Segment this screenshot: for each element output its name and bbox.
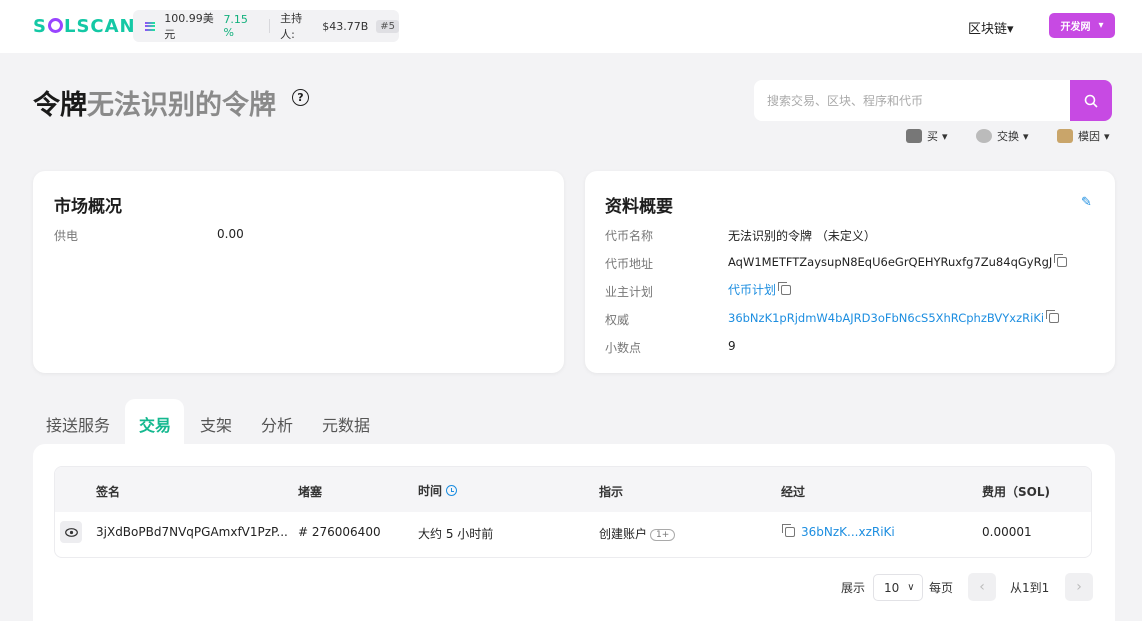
show-label: 展示 <box>841 581 866 595</box>
buy-icon <box>906 129 922 143</box>
decimals-value: 9 <box>728 339 736 353</box>
by-cell: 36bNzK...xzRiKi <box>781 524 895 539</box>
column-time-label: 时间 <box>418 484 443 498</box>
column-fee: 费用（SOL) <box>982 485 1050 499</box>
logo-ring-icon <box>47 18 63 33</box>
eye-icon <box>64 527 78 537</box>
caret-down-icon: ▾ <box>942 129 948 143</box>
copy-icon[interactable] <box>1046 310 1060 323</box>
divider <box>269 19 271 33</box>
meme-icon <box>1057 129 1073 143</box>
authority-link[interactable]: 36bNzK1pRjdmW4bAJRD3oFbN6cS5XhRCphzBVYxz… <box>728 311 1044 325</box>
clock-icon[interactable] <box>446 485 458 496</box>
sol-price: 100.99美元 <box>164 12 214 41</box>
buy-label: 买 <box>927 130 938 143</box>
tab-transfers[interactable]: 接送服务 <box>46 412 110 436</box>
time-value: 大约 5 小时前 <box>418 527 494 541</box>
swap-menu[interactable]: 交换 ▾ <box>976 128 1029 144</box>
page-title: 令牌无法识别的令牌 <box>33 83 276 122</box>
caret-down-icon: ▾ <box>1098 20 1104 31</box>
search-button[interactable] <box>1070 80 1112 121</box>
token-address-label: 代币地址 <box>605 257 654 271</box>
meme-label: 模因 <box>1078 130 1100 143</box>
caret-down-icon: ▾ <box>1104 129 1110 143</box>
logo-text: S <box>33 16 47 37</box>
owner-program-link[interactable]: 代币计划 <box>728 283 776 297</box>
next-page-button[interactable]: › <box>1065 573 1093 601</box>
swap-label: 交换 <box>997 130 1019 143</box>
page-title-prefix: 令牌 <box>33 90 87 121</box>
solana-icon <box>145 21 156 31</box>
chevron-right-icon: › <box>1076 579 1082 595</box>
owner-program-row: 代币计划 <box>728 281 792 298</box>
token-address-row: AqW1METFTZaysupN8EqU6eGrQEHYRuxfg7Zu84qG… <box>728 254 1068 269</box>
page-title-token-name: 无法识别的令牌 <box>87 90 276 121</box>
caret-down-icon: ▾ <box>1023 129 1029 143</box>
block-link[interactable]: # 276006400 <box>298 525 381 539</box>
authority-row: 36bNzK1pRjdmW4bAJRD3oFbN6cS5XhRCphzBVYxz… <box>728 310 1060 325</box>
copy-icon[interactable] <box>1054 254 1068 267</box>
search-input[interactable] <box>754 80 1070 121</box>
page-range: 从1到1 <box>1010 581 1050 595</box>
authority-label: 权威 <box>605 313 630 327</box>
blockchain-menu[interactable]: 区块链▾ <box>968 18 1014 37</box>
question-icon[interactable]: ? <box>292 89 309 106</box>
swap-icon <box>976 129 992 143</box>
devnet-button-label: 开发网 <box>1060 22 1091 33</box>
profile-summary-title: 资料概要 <box>605 197 673 217</box>
copy-icon[interactable] <box>782 524 795 537</box>
chevron-down-icon: ∨ <box>907 582 915 593</box>
top-bar: S LSCAN 100.99美元 7.15 % 主持人: $43.77B #5 区… <box>0 0 1142 53</box>
rank-badge: #5 <box>376 19 399 33</box>
column-instructions: 指示 <box>599 485 624 499</box>
tab-analytics[interactable]: 分析 <box>261 412 293 436</box>
by-link[interactable]: 36bNzK...xzRiKi <box>801 525 895 539</box>
buy-menu[interactable]: 买 ▾ <box>906 128 948 144</box>
supply-value: 0.00 <box>217 227 244 241</box>
column-time[interactable]: 时间 <box>418 482 458 499</box>
meme-menu[interactable]: 模因 ▾ <box>1057 128 1110 144</box>
column-block: 堵塞 <box>298 485 323 499</box>
caret-down-icon: ▾ <box>1007 22 1014 37</box>
column-signature: 签名 <box>96 485 121 499</box>
fee-value: 0.00001 <box>982 525 1032 539</box>
market-cap-value: $43.77B <box>322 19 369 33</box>
copy-icon[interactable] <box>778 282 792 295</box>
tab-transactions[interactable]: 交易 <box>139 412 171 436</box>
view-details-button[interactable] <box>60 521 82 543</box>
token-name-value: 无法识别的令牌 （未定义） <box>728 229 876 243</box>
instruction-count-badge[interactable]: 1+ <box>650 529 676 541</box>
instruction-value: 创建账户 <box>599 527 648 541</box>
pencil-icon[interactable]: ✎ <box>1081 195 1092 210</box>
signature-link[interactable]: 3jXdBoPBd7NVqPGAmxfV1PzP... <box>96 525 288 539</box>
owner-program-label: 业主计划 <box>605 285 654 299</box>
tab-holders[interactable]: 支架 <box>200 412 232 436</box>
supply-label: 供电 <box>54 229 79 243</box>
devnet-button[interactable]: 开发网 ▾ <box>1049 13 1115 38</box>
page-size-value: 10 <box>884 580 900 595</box>
table-header <box>55 467 1091 512</box>
tab-metadata[interactable]: 元数据 <box>322 412 370 436</box>
page-size-select[interactable]: 10 ∨ <box>873 574 923 601</box>
column-by: 经过 <box>781 485 806 499</box>
token-address-value[interactable]: AqW1METFTZaysupN8EqU6eGrQEHYRuxfg7Zu84qG… <box>728 255 1052 269</box>
solscan-logo[interactable]: S LSCAN <box>33 16 136 37</box>
decimals-label: 小数点 <box>605 341 642 355</box>
market-overview-title: 市场概况 <box>54 197 122 217</box>
token-name-label: 代币名称 <box>605 229 654 243</box>
blockchain-menu-label: 区块链 <box>968 22 1008 37</box>
sol-price-pill: 100.99美元 7.15 % 主持人: $43.77B #5 <box>133 10 399 42</box>
market-cap-label: 主持人: <box>280 12 303 41</box>
chevron-left-icon: ‹ <box>979 579 985 595</box>
sol-price-change: 7.15 % <box>223 13 248 39</box>
instruction-cell: 创建账户 1+ <box>599 525 676 542</box>
search-icon <box>1084 94 1098 108</box>
per-page-label: 每页 <box>929 581 954 595</box>
prev-page-button[interactable]: ‹ <box>968 573 996 601</box>
transactions-table: 签名 堵塞 时间 指示 经过 费用（SOL) 3jXdBoPBd7NVqPGAm… <box>54 466 1092 558</box>
